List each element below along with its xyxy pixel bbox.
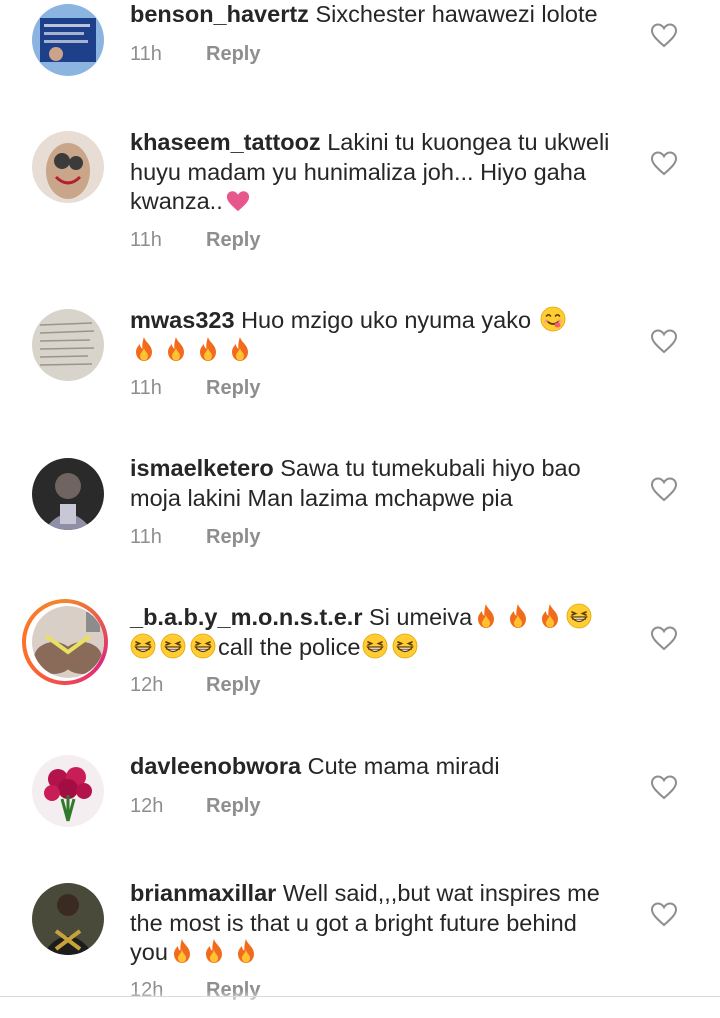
username[interactable]: benson_havertz xyxy=(130,1,309,27)
username[interactable]: mwas323 xyxy=(130,307,235,333)
like-heart-icon[interactable] xyxy=(650,328,678,354)
grinning-squint-emoji xyxy=(130,633,156,659)
comment-body: Si umeiva xyxy=(369,604,473,630)
comment-meta: 11h Reply xyxy=(130,227,620,253)
timestamp: 11h xyxy=(130,228,162,251)
comment-body: Sixchester hawawezi lolote xyxy=(315,1,598,27)
reply-button[interactable]: Reply xyxy=(206,377,260,399)
username[interactable]: davleenobwora xyxy=(130,753,301,779)
timestamp: 11h xyxy=(130,526,162,548)
grinning-squint-emoji xyxy=(160,633,186,659)
like-heart-icon[interactable] xyxy=(650,901,678,927)
timestamp: 12h xyxy=(130,674,164,696)
reply-button[interactable]: Reply xyxy=(206,229,260,251)
pink-heart-emoji xyxy=(225,189,251,213)
reply-button[interactable]: Reply xyxy=(206,795,260,817)
timestamp: 12h xyxy=(130,794,164,817)
avatar[interactable] xyxy=(32,883,104,955)
comment-meta: 12h Reply xyxy=(130,672,620,698)
comment-text: khaseem_tattooz Lakini tu kuongea tu ukw… xyxy=(130,128,620,217)
avatar[interactable] xyxy=(32,4,104,76)
comment-text: mwas323 Huo mzigo uko nyuma yako xyxy=(130,306,620,365)
fire-emoji xyxy=(234,938,258,964)
comment-text: davleenobwora Cute mama miradi xyxy=(130,752,620,782)
fire-emoji xyxy=(202,938,226,964)
fire-emoji xyxy=(506,603,530,629)
reply-button[interactable]: Reply xyxy=(206,526,260,548)
like-heart-icon[interactable] xyxy=(650,774,678,800)
grinning-squint-emoji xyxy=(362,633,388,659)
comment-meta: 11h Reply xyxy=(130,41,620,67)
reply-button[interactable]: Reply xyxy=(206,43,260,65)
avatar[interactable] xyxy=(32,606,104,678)
like-heart-icon[interactable] xyxy=(650,476,678,502)
avatar[interactable] xyxy=(32,755,104,827)
timestamp: 11h xyxy=(130,377,162,399)
comment-text: ismaelketero Sawa tu tumekubali hiyo bao… xyxy=(130,454,620,513)
username[interactable]: ismaelketero xyxy=(130,455,274,481)
like-heart-icon[interactable] xyxy=(650,150,678,176)
comment-text: benson_havertz Sixchester hawawezi lolot… xyxy=(130,0,620,30)
reply-button[interactable]: Reply xyxy=(206,674,260,696)
comment-meta: 11h Reply xyxy=(130,375,620,401)
fire-emoji xyxy=(164,336,188,362)
comment-body: call the police xyxy=(218,633,361,660)
divider xyxy=(0,996,720,997)
comment-meta: 11h Reply xyxy=(130,524,620,550)
fire-emoji xyxy=(170,938,194,964)
username[interactable]: khaseem_tattooz xyxy=(130,129,321,155)
bottom-fade xyxy=(0,990,720,1018)
fire-emoji xyxy=(538,603,562,629)
comment-text: brianmaxillar Well said,,,but wat inspir… xyxy=(130,879,620,968)
timestamp: 11h xyxy=(130,42,162,65)
username[interactable]: _b.a.b.y_m.o.n.s.t.e.r xyxy=(130,604,362,630)
fire-emoji xyxy=(132,336,156,362)
grinning-squint-emoji xyxy=(566,603,592,629)
fire-emoji xyxy=(196,336,220,362)
grinning-squint-emoji xyxy=(392,633,418,659)
like-heart-icon[interactable] xyxy=(650,625,678,651)
comment-meta: 12h Reply xyxy=(130,793,620,819)
fire-emoji xyxy=(228,336,252,362)
like-heart-icon[interactable] xyxy=(650,22,678,48)
username[interactable]: brianmaxillar xyxy=(130,880,276,906)
avatar[interactable] xyxy=(32,309,104,381)
comment-text: _b.a.b.y_m.o.n.s.t.e.r Si umeiva call the… xyxy=(130,603,620,662)
comment-body: Cute mama miradi xyxy=(307,753,500,779)
fire-emoji xyxy=(474,603,498,629)
avatar[interactable] xyxy=(32,458,104,530)
avatar[interactable] xyxy=(32,131,104,203)
grinning-squint-emoji xyxy=(190,633,216,659)
smiling-face-emoji xyxy=(540,306,566,332)
comment-body: Huo mzigo uko nyuma yako xyxy=(241,307,532,333)
